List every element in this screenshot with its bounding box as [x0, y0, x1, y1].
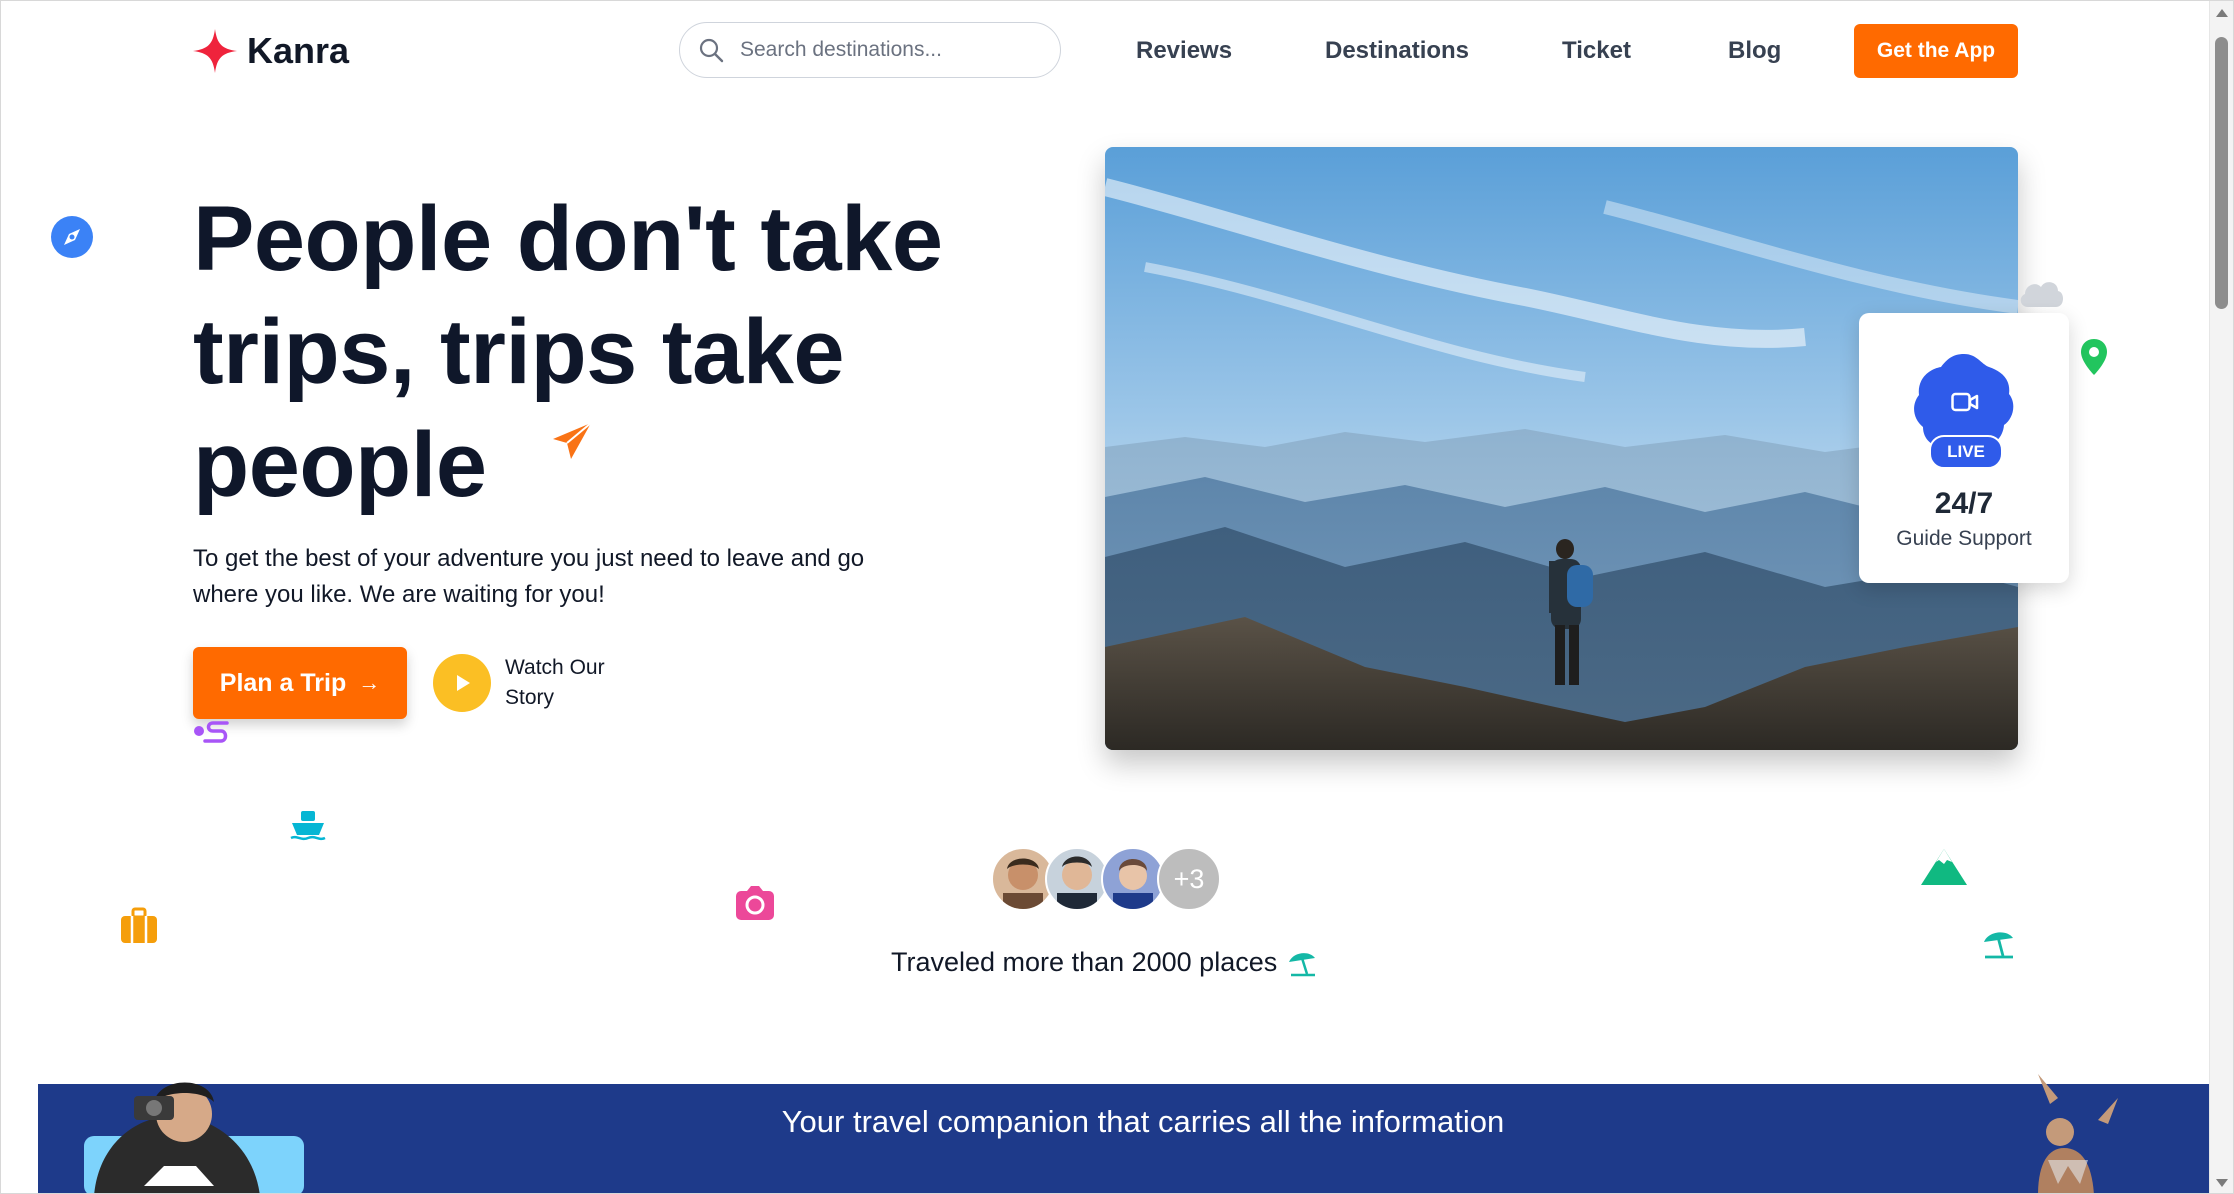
- paper-plane-icon: [553, 422, 592, 459]
- get-the-app-button[interactable]: Get the App: [1854, 24, 2018, 78]
- compass-icon: [51, 216, 93, 258]
- search-icon: [699, 38, 724, 63]
- suitcase-icon: [121, 907, 157, 943]
- watch-story-label: Watch Our Story: [505, 656, 605, 709]
- hero-subtext: To get the best of your adventure you ju…: [193, 545, 865, 608]
- map-pin-icon: [2081, 339, 2107, 375]
- page-frame: Kanra Reviews Destinations Ticket Blog G…: [0, 0, 2234, 1194]
- scroll-up-arrow[interactable]: [2216, 9, 2228, 17]
- live-badge: LIVE: [1929, 435, 2003, 469]
- ship-icon: [290, 811, 326, 841]
- more-travelers-badge: +3: [1157, 847, 1221, 911]
- search-bar[interactable]: [679, 22, 1061, 78]
- scroll-thumb[interactable]: [2215, 37, 2228, 309]
- play-icon: [457, 675, 470, 691]
- avatar: [1045, 847, 1109, 911]
- plan-a-trip-button[interactable]: Plan a Trip →: [193, 647, 407, 719]
- beach-umbrella-icon: [1984, 932, 2013, 959]
- banner-text: Your travel companion that carries all t…: [781, 1104, 1505, 1139]
- plan-a-trip-label: Plan a Trip: [219, 668, 347, 697]
- traveled-text: Traveled more than 2000 places: [891, 947, 1278, 977]
- nav-reviews[interactable]: Reviews: [1136, 37, 1232, 65]
- route-icon: [194, 721, 229, 743]
- traveled-stat: Traveled more than 2000 places: [891, 947, 1319, 978]
- vertical-scrollbar[interactable]: [2209, 1, 2233, 1193]
- star-logo-icon: [193, 29, 237, 73]
- play-button[interactable]: [433, 654, 491, 712]
- support-label: Guide Support: [1896, 527, 2032, 550]
- search-input[interactable]: [738, 37, 1032, 63]
- nav-destinations[interactable]: Destinations: [1325, 37, 1469, 65]
- beach-umbrella-icon: [1289, 952, 1316, 976]
- nav-blog[interactable]: Blog: [1728, 37, 1781, 65]
- video-camera-icon: [1951, 392, 1979, 412]
- companion-banner: Your travel companion that carries all t…: [38, 1074, 2210, 1193]
- photographer-image: [84, 1082, 304, 1193]
- scroll-down-arrow[interactable]: [2216, 1179, 2228, 1187]
- cloud-icon: [2020, 282, 2064, 307]
- hero-headline: People don't take trips, trips take peop…: [193, 188, 943, 516]
- brand-logo[interactable]: Kanra: [193, 29, 349, 73]
- watch-story-button[interactable]: Watch Our Story: [433, 653, 635, 713]
- nav-ticket[interactable]: Ticket: [1562, 37, 1631, 65]
- mountain-icon: [1921, 849, 1967, 885]
- brand-name: Kanra: [247, 30, 350, 71]
- traveler-illustration: [2038, 1074, 2118, 1193]
- arrow-right-icon: →: [358, 670, 381, 695]
- support-hours: 24/7: [1934, 487, 1994, 520]
- guide-support-card: LIVE 24/7 Guide Support: [1859, 313, 2069, 583]
- camera-icon: [736, 886, 774, 920]
- avatar: [1101, 847, 1165, 911]
